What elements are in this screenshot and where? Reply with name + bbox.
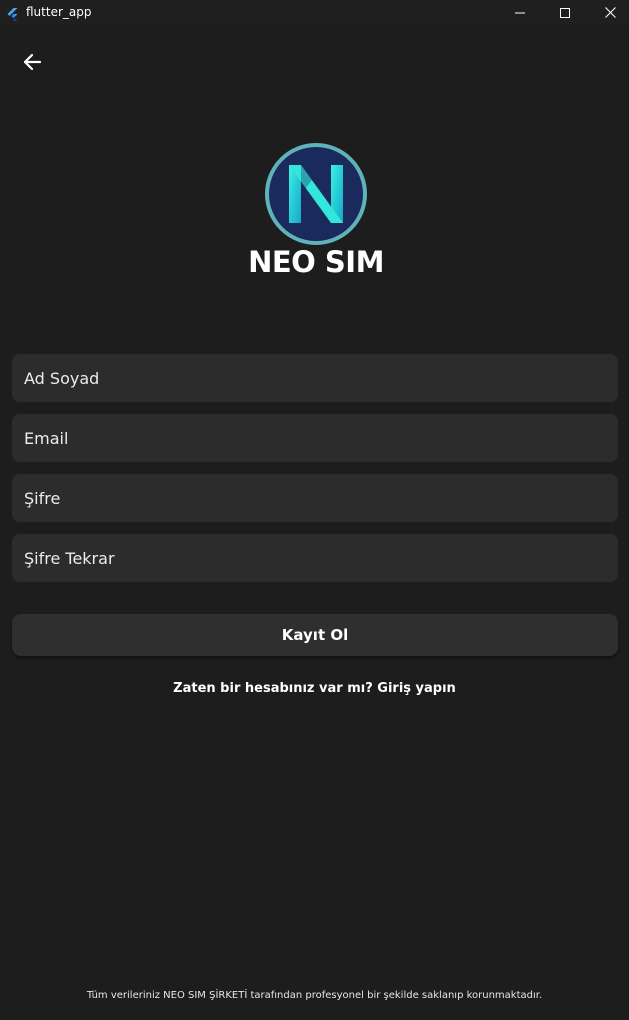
password-input[interactable]: [24, 488, 606, 508]
neo-n-emblem-icon: [264, 142, 368, 246]
email-input[interactable]: [24, 428, 606, 448]
title-bar: flutter_app: [0, 0, 629, 25]
password-field[interactable]: [12, 474, 618, 522]
brand-logo: NEO SIM: [241, 141, 391, 281]
close-icon: [604, 3, 616, 22]
maximize-button[interactable]: [542, 0, 588, 25]
app-window: flutter_app NEO SIM Ad Soyad Email Kayıt…: [0, 0, 629, 1020]
login-link[interactable]: Zaten bir hesabınız var mı? Giriş yapın: [0, 680, 629, 698]
arrow-left-icon: [23, 53, 42, 75]
minimize-icon: [515, 3, 525, 22]
register-button[interactable]: Kayıt Ol: [12, 614, 618, 656]
password-repeat-field[interactable]: [12, 534, 618, 582]
maximize-icon: [560, 3, 570, 22]
name-input[interactable]: [24, 368, 606, 388]
name-field[interactable]: [12, 354, 618, 402]
close-button[interactable]: [587, 0, 629, 25]
footer-note: Tüm verileriniz NEO SIM ŞİRKETİ tarafınd…: [86, 990, 543, 1001]
flutter-icon: [6, 6, 18, 21]
back-button[interactable]: [18, 50, 46, 78]
logo-text: NEO SIM: [248, 245, 384, 279]
minimize-button[interactable]: [497, 0, 543, 25]
email-field[interactable]: [12, 414, 618, 462]
window-title: flutter_app: [26, 5, 92, 19]
password-repeat-input[interactable]: [24, 548, 606, 568]
